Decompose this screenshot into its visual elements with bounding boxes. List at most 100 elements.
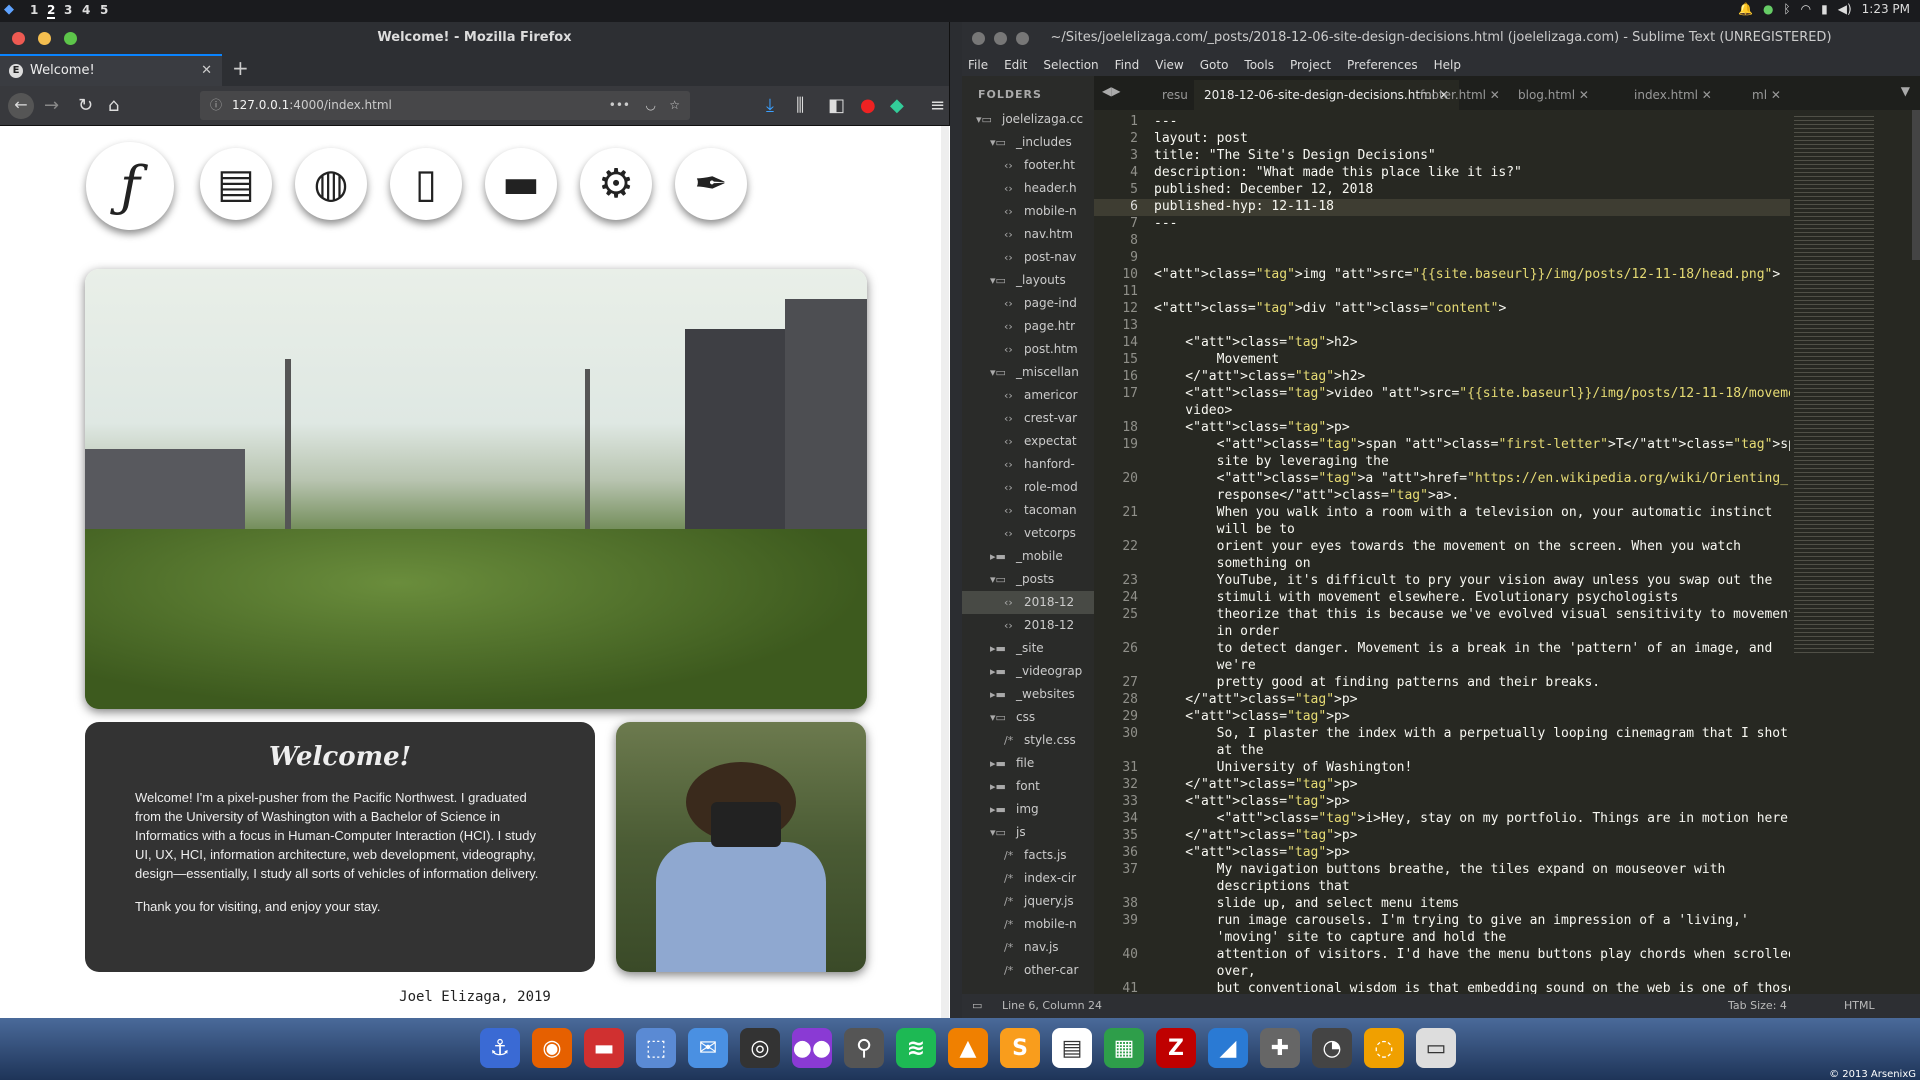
- code-line[interactable]: over,: [1154, 964, 1256, 979]
- tree-folder[interactable]: ▾▭ js: [962, 821, 1094, 844]
- tree-folder[interactable]: ▾▭ css: [962, 706, 1094, 729]
- menu-icon[interactable]: ◆: [4, 2, 14, 17]
- code-line[interactable]: <"att">class="tag">h2>: [1154, 335, 1357, 350]
- code-line[interactable]: something on: [1154, 556, 1311, 571]
- editor-tab[interactable]: index.html ✕: [1624, 80, 1722, 110]
- tree-folder[interactable]: ▸▬ _websites: [962, 683, 1094, 706]
- tab-size[interactable]: Tab Size: 4: [1728, 994, 1787, 1018]
- code-line[interactable]: in order: [1154, 624, 1280, 639]
- workspace-2[interactable]: 2: [47, 3, 56, 19]
- sidebar-icon[interactable]: ◧: [828, 95, 845, 116]
- code-line[interactable]: </"att">class="tag">p>: [1154, 777, 1357, 792]
- code-line[interactable]: University of Washington!: [1154, 760, 1413, 775]
- tree-file[interactable]: ‹› footer.ht: [962, 154, 1094, 177]
- code-line[interactable]: at the: [1154, 743, 1264, 758]
- tree-file[interactable]: ‹› page-ind: [962, 292, 1094, 315]
- code-line[interactable]: <"att">class="tag">p>: [1154, 794, 1349, 809]
- code-line[interactable]: orient your eyes towards the movement on…: [1154, 539, 1741, 554]
- menu-help[interactable]: Help: [1434, 54, 1461, 76]
- wifi-icon[interactable]: ◠: [1801, 2, 1811, 16]
- editor-tab[interactable]: footer.html ✕: [1410, 80, 1510, 110]
- tree-folder[interactable]: ▾▭ _miscellan: [962, 361, 1094, 384]
- code-line[interactable]: ---: [1154, 216, 1177, 231]
- code-line[interactable]: descriptions that: [1154, 879, 1350, 894]
- minimize-window-button[interactable]: [38, 32, 51, 45]
- gear-icon[interactable]: ⚙: [580, 148, 652, 220]
- code-line[interactable]: response</"att">class="tag">a>.: [1154, 488, 1460, 503]
- tree-file[interactable]: ‹› role-mod: [962, 476, 1094, 499]
- code-line[interactable]: slide up, and select menu items: [1154, 896, 1460, 911]
- code-line[interactable]: </"att">class="tag">h2>: [1154, 369, 1365, 384]
- menu-find[interactable]: Find: [1115, 54, 1140, 76]
- tree-folder[interactable]: ▾▭ _layouts: [962, 269, 1094, 292]
- dolphin-icon[interactable]: ◢: [1208, 1028, 1248, 1068]
- tree-file[interactable]: ‹› post.htm: [962, 338, 1094, 361]
- close-tab-icon[interactable]: ✕: [1575, 88, 1589, 102]
- code-line[interactable]: will be to: [1154, 522, 1295, 537]
- menu-tools[interactable]: Tools: [1244, 54, 1274, 76]
- vlc-icon[interactable]: ▲: [948, 1028, 988, 1068]
- code-line[interactable]: YouTube, it's difficult to pry your visi…: [1154, 573, 1773, 588]
- volume-icon[interactable]: ◀): [1838, 2, 1852, 16]
- menu-selection[interactable]: Selection: [1043, 54, 1098, 76]
- code-line[interactable]: theorize that this is because we've evol…: [1154, 607, 1790, 622]
- update-icon[interactable]: ●: [1763, 2, 1773, 16]
- network-icon[interactable]: ◌: [1364, 1028, 1404, 1068]
- page-actions-icon[interactable]: •••: [609, 91, 630, 120]
- tab-scroll-icon[interactable]: ◀▶: [1102, 84, 1120, 98]
- workspace-3[interactable]: 3: [64, 3, 72, 17]
- code-line[interactable]: title: "The Site's Design Decisions": [1154, 148, 1436, 163]
- close-window-button[interactable]: [972, 32, 985, 45]
- code-line[interactable]: My navigation buttons breathe, the tiles…: [1154, 862, 1726, 877]
- code-line[interactable]: <"att">class="tag">video "att">src="{{si…: [1154, 386, 1790, 401]
- code-line[interactable]: <"att">class="tag">p>: [1154, 709, 1349, 724]
- editor-tab[interactable]: ml ✕: [1742, 80, 1791, 110]
- document-icon[interactable]: ▤: [200, 148, 272, 220]
- tree-folder[interactable]: ▾▭ _includes: [962, 131, 1094, 154]
- tree-folder[interactable]: ▸▬ font: [962, 775, 1094, 798]
- tree-file[interactable]: ‹› 2018-12: [962, 614, 1094, 637]
- tree-file[interactable]: /* index-cir: [962, 867, 1094, 890]
- close-tab-icon[interactable]: ✕: [1486, 88, 1500, 102]
- files-icon[interactable]: ▬: [584, 1028, 624, 1068]
- code-line[interactable]: to detect danger. Movement is a break in…: [1154, 641, 1773, 656]
- store-icon[interactable]: ⬚: [636, 1028, 676, 1068]
- spreadsheet-icon[interactable]: ▦: [1104, 1028, 1144, 1068]
- filezilla-icon[interactable]: Z: [1156, 1028, 1196, 1068]
- sublime-icon[interactable]: S: [1000, 1028, 1040, 1068]
- tab-dropdown-icon[interactable]: ▼: [1901, 84, 1910, 98]
- pen-icon[interactable]: ✒: [675, 148, 747, 220]
- spotify-icon[interactable]: ≋: [896, 1028, 936, 1068]
- code-line[interactable]: published-hyp: 12-11-18: [1154, 199, 1334, 214]
- menu-preferences[interactable]: Preferences: [1347, 54, 1418, 76]
- chat-icon[interactable]: ●●: [792, 1028, 832, 1068]
- close-tab-icon[interactable]: ✕: [1698, 88, 1712, 102]
- code-line[interactable]: <"att">class="tag">div "att">class="cont…: [1154, 301, 1506, 316]
- tree-folder[interactable]: ▾▭ joelelizaga.cc: [962, 108, 1094, 131]
- home-button[interactable]: ⌂: [108, 95, 119, 116]
- code-line[interactable]: description: "What made this place like …: [1154, 165, 1522, 180]
- anchor-icon[interactable]: ⚓: [480, 1028, 520, 1068]
- workspace-4[interactable]: 4: [82, 3, 90, 17]
- code-line[interactable]: <"att">class="tag">a "att">href="https:/…: [1154, 471, 1790, 486]
- editor-scrollbar[interactable]: [1912, 110, 1920, 260]
- hamburger-menu-icon[interactable]: ≡: [930, 95, 945, 116]
- tree-file[interactable]: ‹› tacoman: [962, 499, 1094, 522]
- reload-button[interactable]: ↻: [78, 95, 93, 116]
- code-line[interactable]: <"att">class="tag">p>: [1154, 845, 1349, 860]
- bookmark-star-icon[interactable]: ☆: [669, 91, 680, 120]
- code-line[interactable]: video>: [1154, 403, 1232, 418]
- code-line[interactable]: <"att">class="tag">p>: [1154, 420, 1349, 435]
- tab-welcome[interactable]: E Welcome! ✕: [0, 54, 222, 86]
- code-line[interactable]: </"att">class="tag">p>: [1154, 828, 1357, 843]
- code-line[interactable]: pretty good at finding patterns and thei…: [1154, 675, 1601, 690]
- code-line[interactable]: 'moving' site to capture and hold the: [1154, 930, 1507, 945]
- tree-file[interactable]: /* facts.js: [962, 844, 1094, 867]
- code-line[interactable]: but conventional wisdom is that embeddin…: [1154, 981, 1790, 994]
- minimap[interactable]: [1790, 110, 1920, 994]
- minimize-window-button[interactable]: [994, 32, 1007, 45]
- code-line[interactable]: stimuli with movement elsewhere. Evoluti…: [1154, 590, 1679, 605]
- tree-folder[interactable]: ▾▭ _posts: [962, 568, 1094, 591]
- menu-view[interactable]: View: [1155, 54, 1183, 76]
- code-line[interactable]: published: December 12, 2018: [1154, 182, 1373, 197]
